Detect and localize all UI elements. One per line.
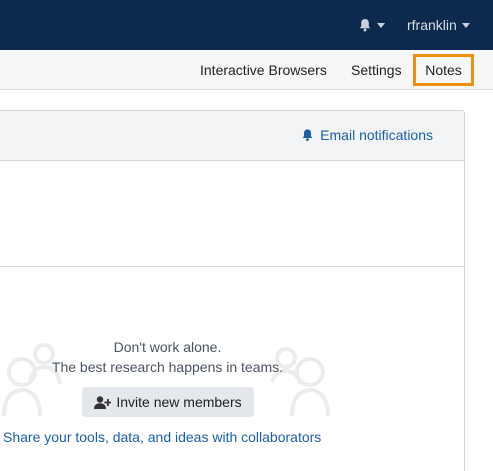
user-plus-icon (94, 395, 116, 409)
bell-icon (358, 18, 372, 32)
panel-header: Email notifications (0, 111, 464, 161)
invite-members-label: Invite new members (116, 394, 242, 410)
chevron-down-icon (461, 22, 470, 28)
empty-state-line-1: Don't work alone. (113, 339, 222, 355)
email-notifications-link[interactable]: Email notifications (301, 127, 433, 143)
share-collaborators-link[interactable]: Share your tools, data, and ideas with c… (3, 429, 321, 445)
email-notifications-label: Email notifications (320, 127, 433, 143)
bell-icon (301, 128, 320, 142)
notifications-dropdown[interactable] (358, 15, 385, 35)
nav-settings[interactable]: Settings (351, 50, 402, 90)
nav-interactive-browsers[interactable]: Interactive Browsers (200, 50, 327, 90)
nav-notes-label: Notes (425, 62, 462, 78)
top-navbar: rfranklin (0, 0, 493, 50)
user-name: rfranklin (407, 17, 457, 33)
empty-state-line-2: The best research happens in teams. (51, 359, 284, 375)
user-menu[interactable]: rfranklin (407, 15, 470, 35)
chevron-down-icon (377, 22, 385, 28)
invite-members-button[interactable]: Invite new members (82, 387, 254, 417)
panel-divider (0, 266, 464, 267)
nav-notes[interactable]: Notes (413, 54, 474, 86)
